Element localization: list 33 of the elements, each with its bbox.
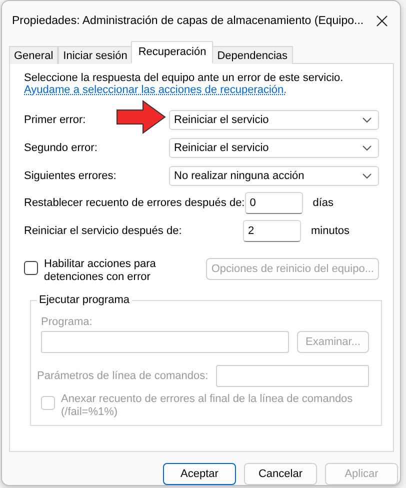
field-label: Reiniciar el servicio después de:	[24, 225, 182, 237]
chevron-down-icon	[362, 173, 372, 179]
window-title: Propiedades: Administración de capas de almacenamiento (Equipo...	[12, 15, 364, 27]
tab[interactable]: General	[9, 46, 58, 64]
tab[interactable]: Recuperación	[131, 41, 214, 64]
parameters-field[interactable]	[216, 365, 369, 387]
checkbox-label: Habilitar acciones para detenciones con error	[44, 258, 157, 284]
field-label: Restablecer recuento de errores después de:	[24, 197, 245, 209]
unit-label: días	[312, 197, 335, 209]
dropdown[interactable]: Reiniciar el servicio	[169, 138, 379, 158]
field-label: Segundo error:	[24, 142, 98, 154]
dialog-button[interactable]: Aceptar	[163, 463, 236, 485]
program-field[interactable]	[41, 331, 289, 353]
checkbox-label: Anexar recuento de errores al final de la línea de comandos (/fail=%1%)	[61, 393, 354, 419]
number-field[interactable]: 2	[243, 220, 301, 242]
dropdown[interactable]: No realizar ninguna acción	[169, 166, 379, 186]
checkbox[interactable]	[24, 261, 38, 275]
number-field[interactable]: 0	[244, 192, 303, 214]
chevron-down-icon	[362, 145, 372, 151]
field-label: Primer error:	[24, 114, 86, 126]
field-label: Programa:	[41, 316, 94, 328]
unit-label: minutos	[311, 225, 351, 237]
dialog-button[interactable]: Cancelar	[244, 463, 317, 485]
tab[interactable]: Iniciar sesión	[58, 46, 132, 64]
intro-text: Seleccione la respuesta del equipo ante un error de este servicio.	[24, 72, 344, 84]
help-link[interactable]: Ayudame a seleccionar las acciones de recuperación.	[24, 84, 287, 96]
field-label: Parámetros de línea de comandos:	[37, 370, 208, 382]
field-label: Siguientes errores:	[24, 170, 116, 182]
chevron-down-icon	[362, 117, 372, 123]
dropdown[interactable]: Reiniciar el servicio	[169, 110, 379, 130]
tab[interactable]: Dependencias	[212, 46, 293, 64]
group-title: Ejecutar programa	[38, 294, 130, 306]
close-icon	[376, 15, 388, 27]
